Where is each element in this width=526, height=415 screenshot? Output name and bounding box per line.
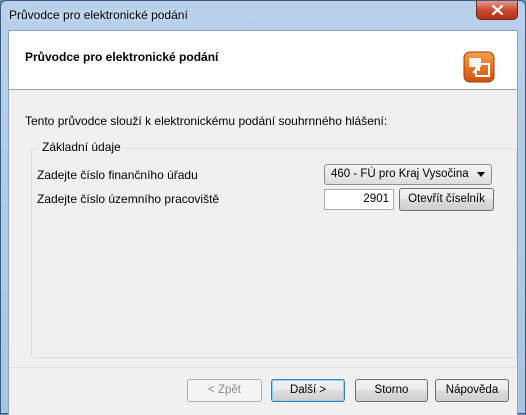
tax-office-value: 460 - FÚ pro Kraj Vysočina <box>331 168 469 180</box>
group-title: Základní údaje <box>39 140 124 154</box>
header-title: Průvodce pro elektronické podání <box>25 50 219 64</box>
tax-office-select[interactable]: 460 - FÚ pro Kraj Vysočina <box>324 164 492 185</box>
cancel-button[interactable]: Storno <box>355 379 428 402</box>
open-dial-button[interactable]: Otevřít číselník <box>399 188 494 211</box>
dialog-client-area: Průvodce pro elektronické podání Tento p… <box>8 30 518 415</box>
wizard-logo-icon <box>463 51 495 83</box>
back-button[interactable]: < Zpět <box>187 379 262 402</box>
footer-divider <box>9 367 517 368</box>
wizard-window: Průvodce pro elektronické podání Průvodc… <box>0 0 526 415</box>
close-icon <box>492 5 503 15</box>
help-button[interactable]: Nápověda <box>435 379 509 402</box>
wizard-header: Průvodce pro elektronické podání <box>9 31 517 90</box>
chevron-down-icon <box>477 172 485 177</box>
next-button[interactable]: Další > <box>271 379 345 402</box>
title-bar[interactable]: Průvodce pro elektronické podání <box>1 1 525 29</box>
wizard-description: Tento průvodce slouží k elektronickému p… <box>25 114 388 128</box>
window-title: Průvodce pro elektronické podání <box>9 8 188 22</box>
tax-office-label: Zadejte číslo finančního úřadu <box>37 168 198 182</box>
workplace-input[interactable]: 2901 <box>324 189 394 210</box>
close-button[interactable] <box>476 1 518 20</box>
workplace-label: Zadejte číslo územního pracoviště <box>37 192 220 206</box>
